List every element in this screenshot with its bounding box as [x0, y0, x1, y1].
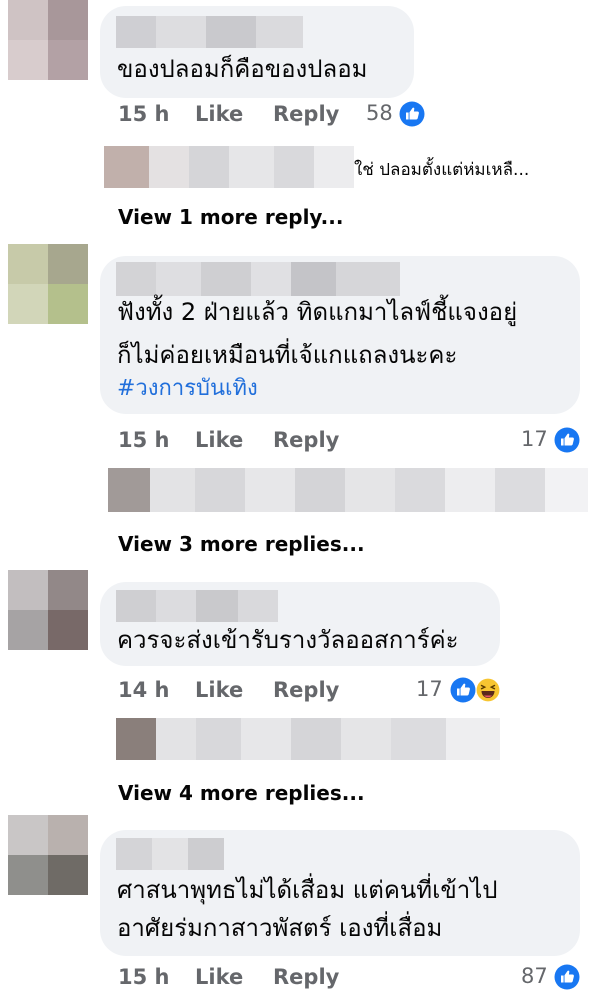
reply-preview-text[interactable]: ใช่ ปลอมตั้งแต่ห่มเหลื... — [354, 156, 529, 183]
reply-button[interactable]: Reply — [273, 965, 339, 989]
like-icon[interactable] — [399, 101, 425, 127]
comment-bubble: ควรจะส่งเข้ารับรางวัลออสการ์ค่ะ — [100, 582, 500, 666]
haha-icon[interactable] — [475, 677, 501, 703]
reply-button[interactable]: Reply — [273, 102, 339, 126]
avatar[interactable] — [8, 815, 88, 895]
view-more-replies[interactable]: View 1 more reply... — [118, 205, 343, 229]
commenter-name[interactable] — [116, 838, 224, 870]
timestamp[interactable]: 15 h — [118, 102, 170, 126]
comment-text: ควรจะส่งเข้ารับรางวัลออสการ์ค่ะ — [117, 626, 459, 654]
reply-preview-blurred[interactable] — [116, 718, 500, 760]
timestamp[interactable]: 14 h — [118, 678, 170, 702]
reaction-count[interactable]: 17 — [521, 427, 548, 451]
like-button[interactable]: Like — [195, 428, 243, 452]
reply-preview-name[interactable] — [104, 146, 354, 188]
like-icon[interactable] — [450, 677, 476, 703]
comment-text: ของปลอมก็คือของปลอม — [117, 55, 368, 83]
view-more-replies[interactable]: View 4 more replies... — [118, 781, 365, 805]
commenter-name[interactable] — [116, 16, 303, 48]
timestamp[interactable]: 15 h — [118, 428, 170, 452]
view-more-replies[interactable]: View 3 more replies... — [118, 532, 365, 556]
avatar[interactable] — [8, 0, 88, 80]
reply-button[interactable]: Reply — [273, 678, 339, 702]
like-icon[interactable] — [554, 427, 580, 453]
comment-text-line: อาศัยร่มกาสาวพัสตร์ เองที่เสื่อม — [117, 914, 443, 942]
avatar[interactable] — [8, 570, 88, 650]
reply-button[interactable]: Reply — [273, 428, 339, 452]
comment-bubble: ศาสนาพุทธไม่ได้เสื่อม แต่คนที่เข้าไป อาศ… — [100, 830, 580, 956]
comment-bubble: ของปลอมก็คือของปลอม — [100, 6, 414, 98]
reaction-count[interactable]: 17 — [416, 677, 443, 701]
hashtag-link[interactable]: #วงการบันเทิง — [117, 369, 258, 409]
timestamp[interactable]: 15 h — [118, 965, 170, 989]
reaction-count[interactable]: 87 — [521, 964, 548, 988]
like-button[interactable]: Like — [195, 965, 243, 989]
reply-preview-blurred[interactable] — [108, 468, 588, 512]
like-button[interactable]: Like — [195, 678, 243, 702]
comment-text-line: ฟังทั้ง 2 ฝ่ายแล้ว ทิดแกมาไลฟ์ชี้แจงอยู่ — [117, 298, 518, 326]
avatar[interactable] — [8, 244, 88, 324]
reaction-count[interactable]: 58 — [366, 101, 393, 125]
comment-bubble: ฟังทั้ง 2 ฝ่ายแล้ว ทิดแกมาไลฟ์ชี้แจงอยู่… — [100, 256, 580, 414]
like-button[interactable]: Like — [195, 102, 243, 126]
like-icon[interactable] — [554, 964, 580, 990]
